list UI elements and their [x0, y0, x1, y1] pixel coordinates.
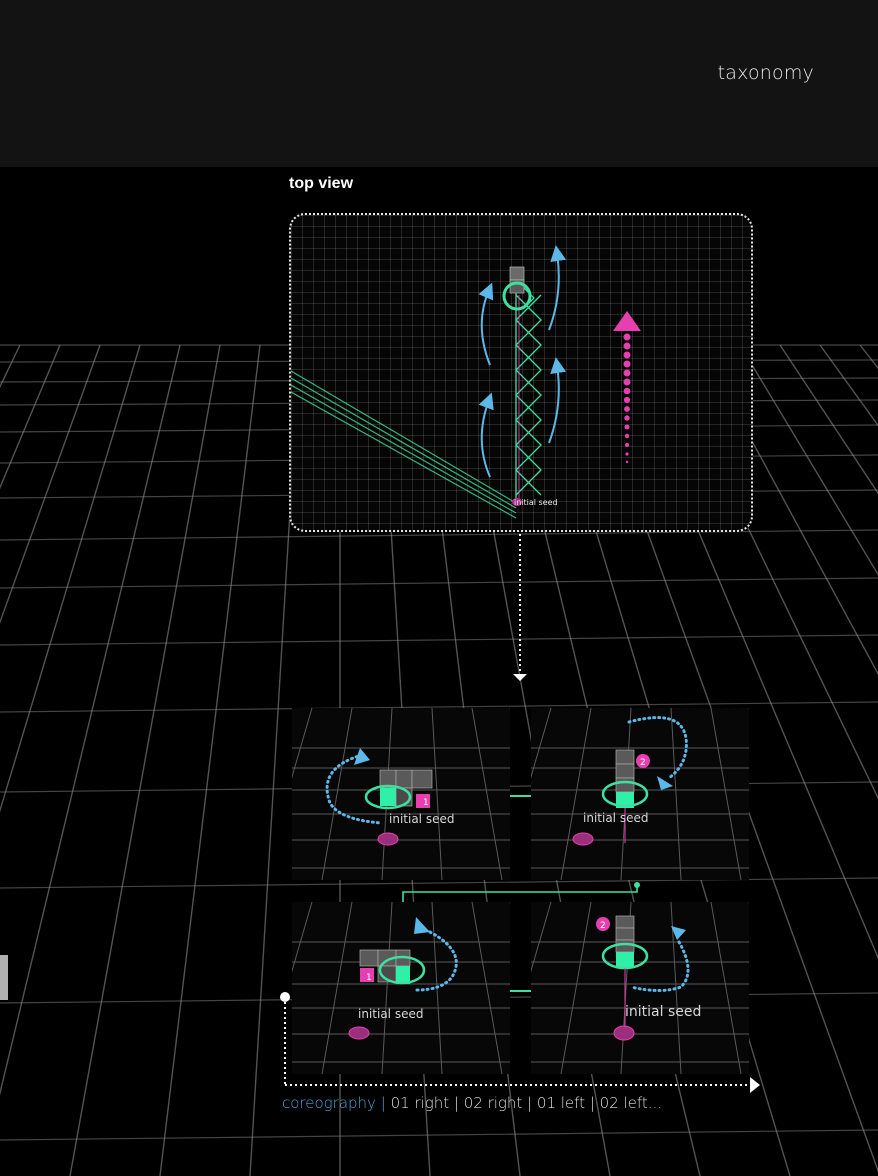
step-panel-3: 1 initial seed	[292, 902, 510, 1074]
header-bar: taxonomy	[0, 0, 878, 167]
step-3-badge: 1	[366, 973, 372, 983]
top-view-diagram: initial seed	[289, 213, 753, 532]
top-view-seed-label: initial seed	[514, 498, 558, 507]
step-2-badge: 2	[640, 758, 646, 768]
step-4-badge: 2	[600, 921, 606, 931]
step-2-seed-label: initial seed	[583, 811, 649, 825]
section-title: top view	[289, 175, 354, 192]
growth-direction-arrow	[613, 311, 641, 464]
step-panel-4: 2 initial seed	[531, 902, 749, 1074]
caption-label: coreography	[282, 1094, 376, 1112]
step-1-seed-label: initial seed	[389, 812, 455, 826]
choreography-caption: coreography | 01 right | 02 right | 01 l…	[282, 1094, 662, 1112]
woven-column	[515, 286, 542, 503]
stacked-block	[502, 266, 532, 311]
nav-link-taxonomy[interactable]: taxonomy	[718, 62, 814, 84]
step-4-seed-label: initial seed	[625, 1004, 702, 1020]
step-1-badge: 1	[423, 798, 429, 808]
step-panel-2: 2 initial seed	[531, 708, 749, 880]
step-panel-1: 1 initial seed	[292, 708, 510, 880]
caption-separator: |	[380, 1094, 386, 1112]
top-view-illustration	[291, 245, 641, 519]
caption-sequence: 01 right | 02 right | 01 left | 02 left.…	[390, 1094, 663, 1112]
step-3-seed-label: initial seed	[358, 1007, 424, 1021]
